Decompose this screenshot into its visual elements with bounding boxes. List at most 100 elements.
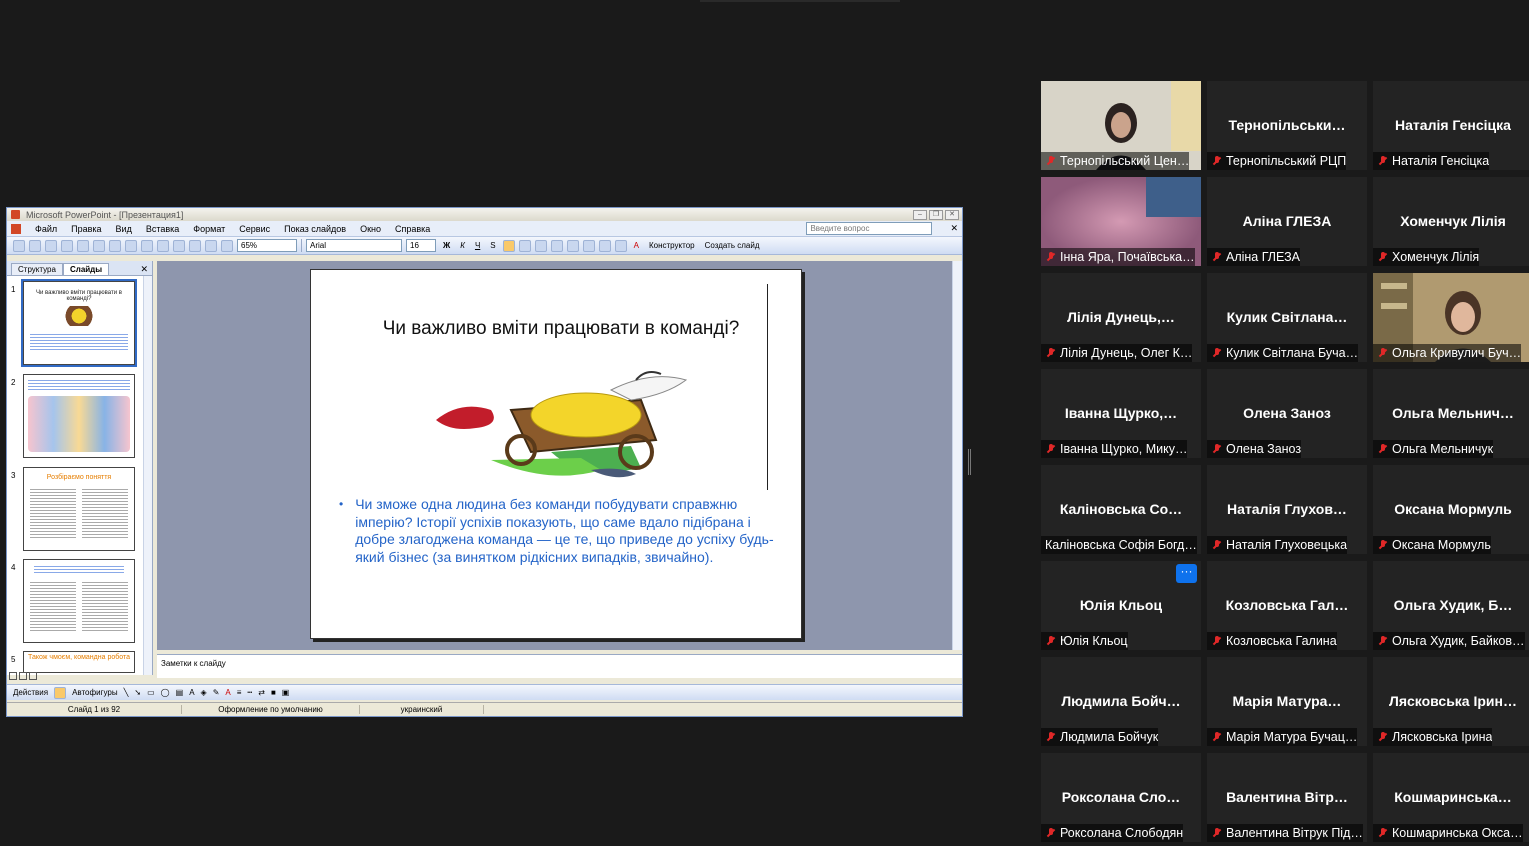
chart-icon[interactable] [189,239,201,252]
table-icon[interactable] [205,239,217,252]
align-right-icon[interactable] [534,239,547,252]
save-icon[interactable] [45,239,57,252]
participant-tile[interactable]: Аліна ГЛЕЗА Аліна ГЛЕЗА [1207,177,1367,266]
new-slide-button[interactable]: Создать слайд [702,241,763,250]
participant-tile[interactable]: Наталія Глухов… Наталія Глуховецька [1207,465,1367,554]
participant-tile[interactable]: Ольга Мельнич… Ольга Мельничук [1373,369,1529,458]
copy-icon[interactable] [125,239,137,252]
participant-tile[interactable]: Козловська Гал… Козловська Галина [1207,561,1367,650]
arrow-style-icon[interactable]: ⇄ [258,688,265,697]
font-combo[interactable]: Arial [306,239,402,252]
participant-tile[interactable]: Тернопільський Цен… [1041,81,1201,170]
slides-pane-scrollbar[interactable] [143,276,152,675]
font-color-icon[interactable]: A [225,688,230,697]
participant-tile[interactable]: Лілія Дунець,… Лілія Дунець, Олег К… [1041,273,1201,362]
menu-insert[interactable]: Вставка [146,224,179,234]
participant-tile[interactable]: Юлія Кльоц ··· Юлія Кльоц [1041,561,1201,650]
align-left-icon[interactable] [502,239,515,252]
minimize-icon[interactable]: – [913,209,927,220]
close-pane-icon[interactable]: ✕ [140,264,148,275]
participant-tile[interactable]: Роксолана Сло… Роксолана Слободян [1041,753,1201,842]
slide-thumb-4[interactable] [23,559,135,643]
restore-icon[interactable]: ❐ [929,209,943,220]
notes-pane[interactable]: Заметки к слайду [157,654,962,678]
participant-tile[interactable]: Валентина Вітр… Валентина Вітрук Під… [1207,753,1367,842]
slideshow-view-icon[interactable] [29,672,37,680]
outdent-icon[interactable] [614,239,627,252]
align-center-icon[interactable] [518,239,531,252]
spell-icon[interactable] [93,239,105,252]
slide-body[interactable]: • Чи зможе одна людина без команди побуд… [339,496,779,566]
preview-icon[interactable] [77,239,89,252]
participant-tile[interactable]: Ольга Кривулич Буч… [1373,273,1529,362]
slide-thumb-2[interactable] [23,374,135,458]
close-icon[interactable]: ✕ [945,209,959,220]
open-icon[interactable] [29,239,41,252]
redo-icon[interactable] [173,239,185,252]
menu-format[interactable]: Формат [193,224,225,234]
new-icon[interactable] [13,239,25,252]
3d-icon[interactable]: ▣ [282,688,290,697]
participant-tile[interactable]: Наталія Генсіцка Наталія Генсіцка [1373,81,1529,170]
line-color-icon[interactable]: ✎ [213,688,220,697]
underline-button[interactable]: Ч [472,241,483,250]
actions-menu[interactable]: Действия [13,688,48,697]
indent-icon[interactable] [598,239,611,252]
participant-tile[interactable]: Кошмаринська… Кошмаринська Окса… [1373,753,1529,842]
participant-tile[interactable]: Олена Заноз Олена Заноз [1207,369,1367,458]
wordart-icon[interactable]: A [189,688,194,697]
zoom-combo[interactable]: 65% [237,239,297,252]
menu-view[interactable]: Вид [116,224,132,234]
italic-button[interactable]: К [457,241,468,250]
cut-icon[interactable] [109,239,121,252]
tab-outline[interactable]: Структура [11,263,63,275]
slide-thumb-1[interactable]: Чи важливо вміти працювати в команді? [21,279,137,367]
slide-title[interactable]: Чи важливо вміти працювати в команді? [351,318,771,340]
participant-tile[interactable]: Ольга Худик, Б… Ольга Худик, Байков… [1373,561,1529,650]
textbox-icon[interactable]: ▤ [176,688,184,697]
participant-tile[interactable]: Інна Яра, Почаївська… [1041,177,1201,266]
autoshapes-menu[interactable]: Автофигуры [72,688,118,697]
line-style-icon[interactable]: ≡ [237,688,242,697]
dash-style-icon[interactable]: ┅ [247,688,252,697]
font-grow-icon[interactable] [582,239,595,252]
menu-window[interactable]: Окно [360,224,381,234]
font-size-combo[interactable]: 16 [406,239,436,252]
participant-tile[interactable]: Лясковська Ірин… Лясковська Ірина [1373,657,1529,746]
fill-color-icon[interactable]: ◈ [201,688,207,697]
arrow-icon[interactable]: ➘ [134,688,141,697]
bullets-icon[interactable] [566,239,579,252]
participant-tile[interactable]: Марія Матура… Марія Матура Бучац… [1207,657,1367,746]
ask-question-input[interactable]: Введите вопрос [806,222,933,235]
editor-scrollbar[interactable] [952,261,962,650]
bold-button[interactable]: Ж [440,241,453,250]
participant-tile[interactable]: Іванна Щурко,… Іванна Щурко, Мику… [1041,369,1201,458]
line-icon[interactable]: ╲ [124,688,129,697]
more-options-button[interactable]: ··· [1176,564,1197,583]
menu-tools[interactable]: Сервис [239,224,270,234]
split-handle[interactable] [968,449,971,475]
rectangle-icon[interactable]: ▭ [147,688,155,697]
normal-view-icon[interactable] [9,672,17,680]
grid-icon[interactable] [221,239,233,252]
participant-tile[interactable]: Хоменчук Лілія Хоменчук Лілія [1373,177,1529,266]
print-icon[interactable] [61,239,73,252]
paste-icon[interactable] [141,239,153,252]
font-color-button[interactable]: A [631,241,642,250]
menu-file[interactable]: Файл [35,224,57,234]
oval-icon[interactable]: ◯ [161,688,170,697]
menu-slideshow[interactable]: Показ слайдов [284,224,346,234]
shadow-icon[interactable]: ■ [271,688,276,697]
sorter-view-icon[interactable] [19,672,27,680]
participant-tile[interactable]: Кулик Світлана… Кулик Світлана Буча… [1207,273,1367,362]
tab-slides[interactable]: Слайды [62,263,110,275]
participant-tile[interactable]: Оксана Мормуль Оксана Мормуль [1373,465,1529,554]
numbering-icon[interactable] [550,239,563,252]
participant-tile[interactable]: Тернопільськи… Тернопільський РЦП [1207,81,1367,170]
undo-icon[interactable] [157,239,169,252]
current-slide[interactable]: Чи важливо вміти працювати в команді? • … [310,269,802,639]
close-doc-icon[interactable]: ✕ [950,223,958,234]
participant-tile[interactable]: Каліновська Со… Каліновська Софія Богд… [1041,465,1201,554]
select-arrow-icon[interactable] [54,686,67,699]
slide-thumb-3[interactable]: Розбіраємо поняття [23,467,135,551]
